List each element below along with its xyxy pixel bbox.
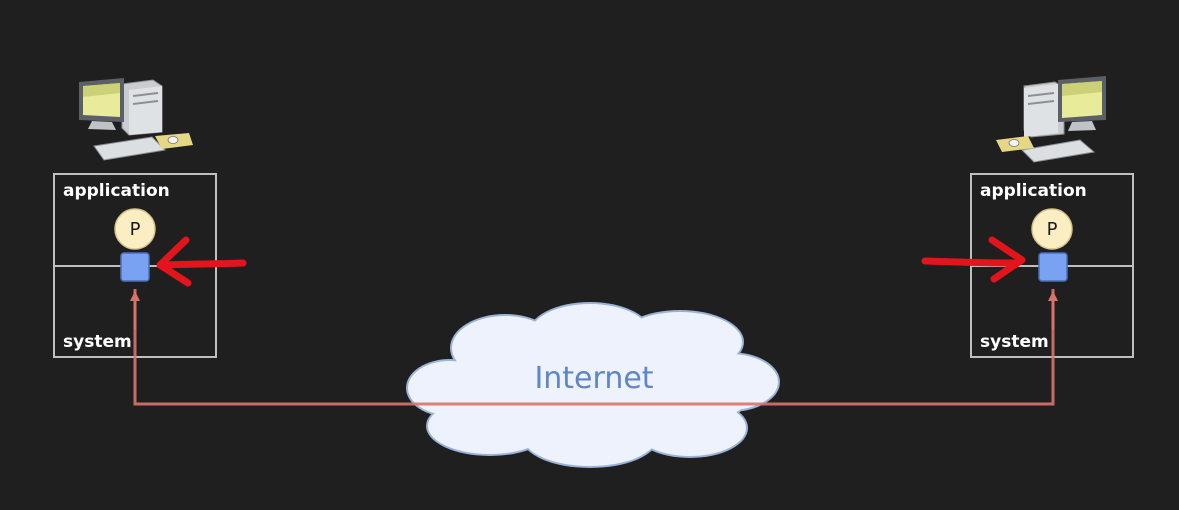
right-process-circle: P xyxy=(1031,208,1073,250)
left-socket xyxy=(120,252,150,282)
internet-label: Internet xyxy=(534,361,653,396)
right-application-label: application xyxy=(980,181,1087,201)
left-process-label: P xyxy=(130,219,141,240)
diagram-canvas: application system application system In… xyxy=(53,76,1134,468)
right-annotation-arrow xyxy=(921,236,1026,283)
right-system-label: system xyxy=(980,332,1049,352)
left-process-circle: P xyxy=(114,208,156,250)
left-computer-icon xyxy=(79,78,193,161)
right-socket xyxy=(1038,252,1068,282)
left-system-label: system xyxy=(63,332,132,352)
internet-cloud: Internet xyxy=(406,302,780,468)
right-computer-icon xyxy=(996,76,1106,163)
left-annotation-arrow xyxy=(156,236,247,287)
left-application-label: application xyxy=(63,181,170,201)
right-process-label: P xyxy=(1047,219,1058,240)
